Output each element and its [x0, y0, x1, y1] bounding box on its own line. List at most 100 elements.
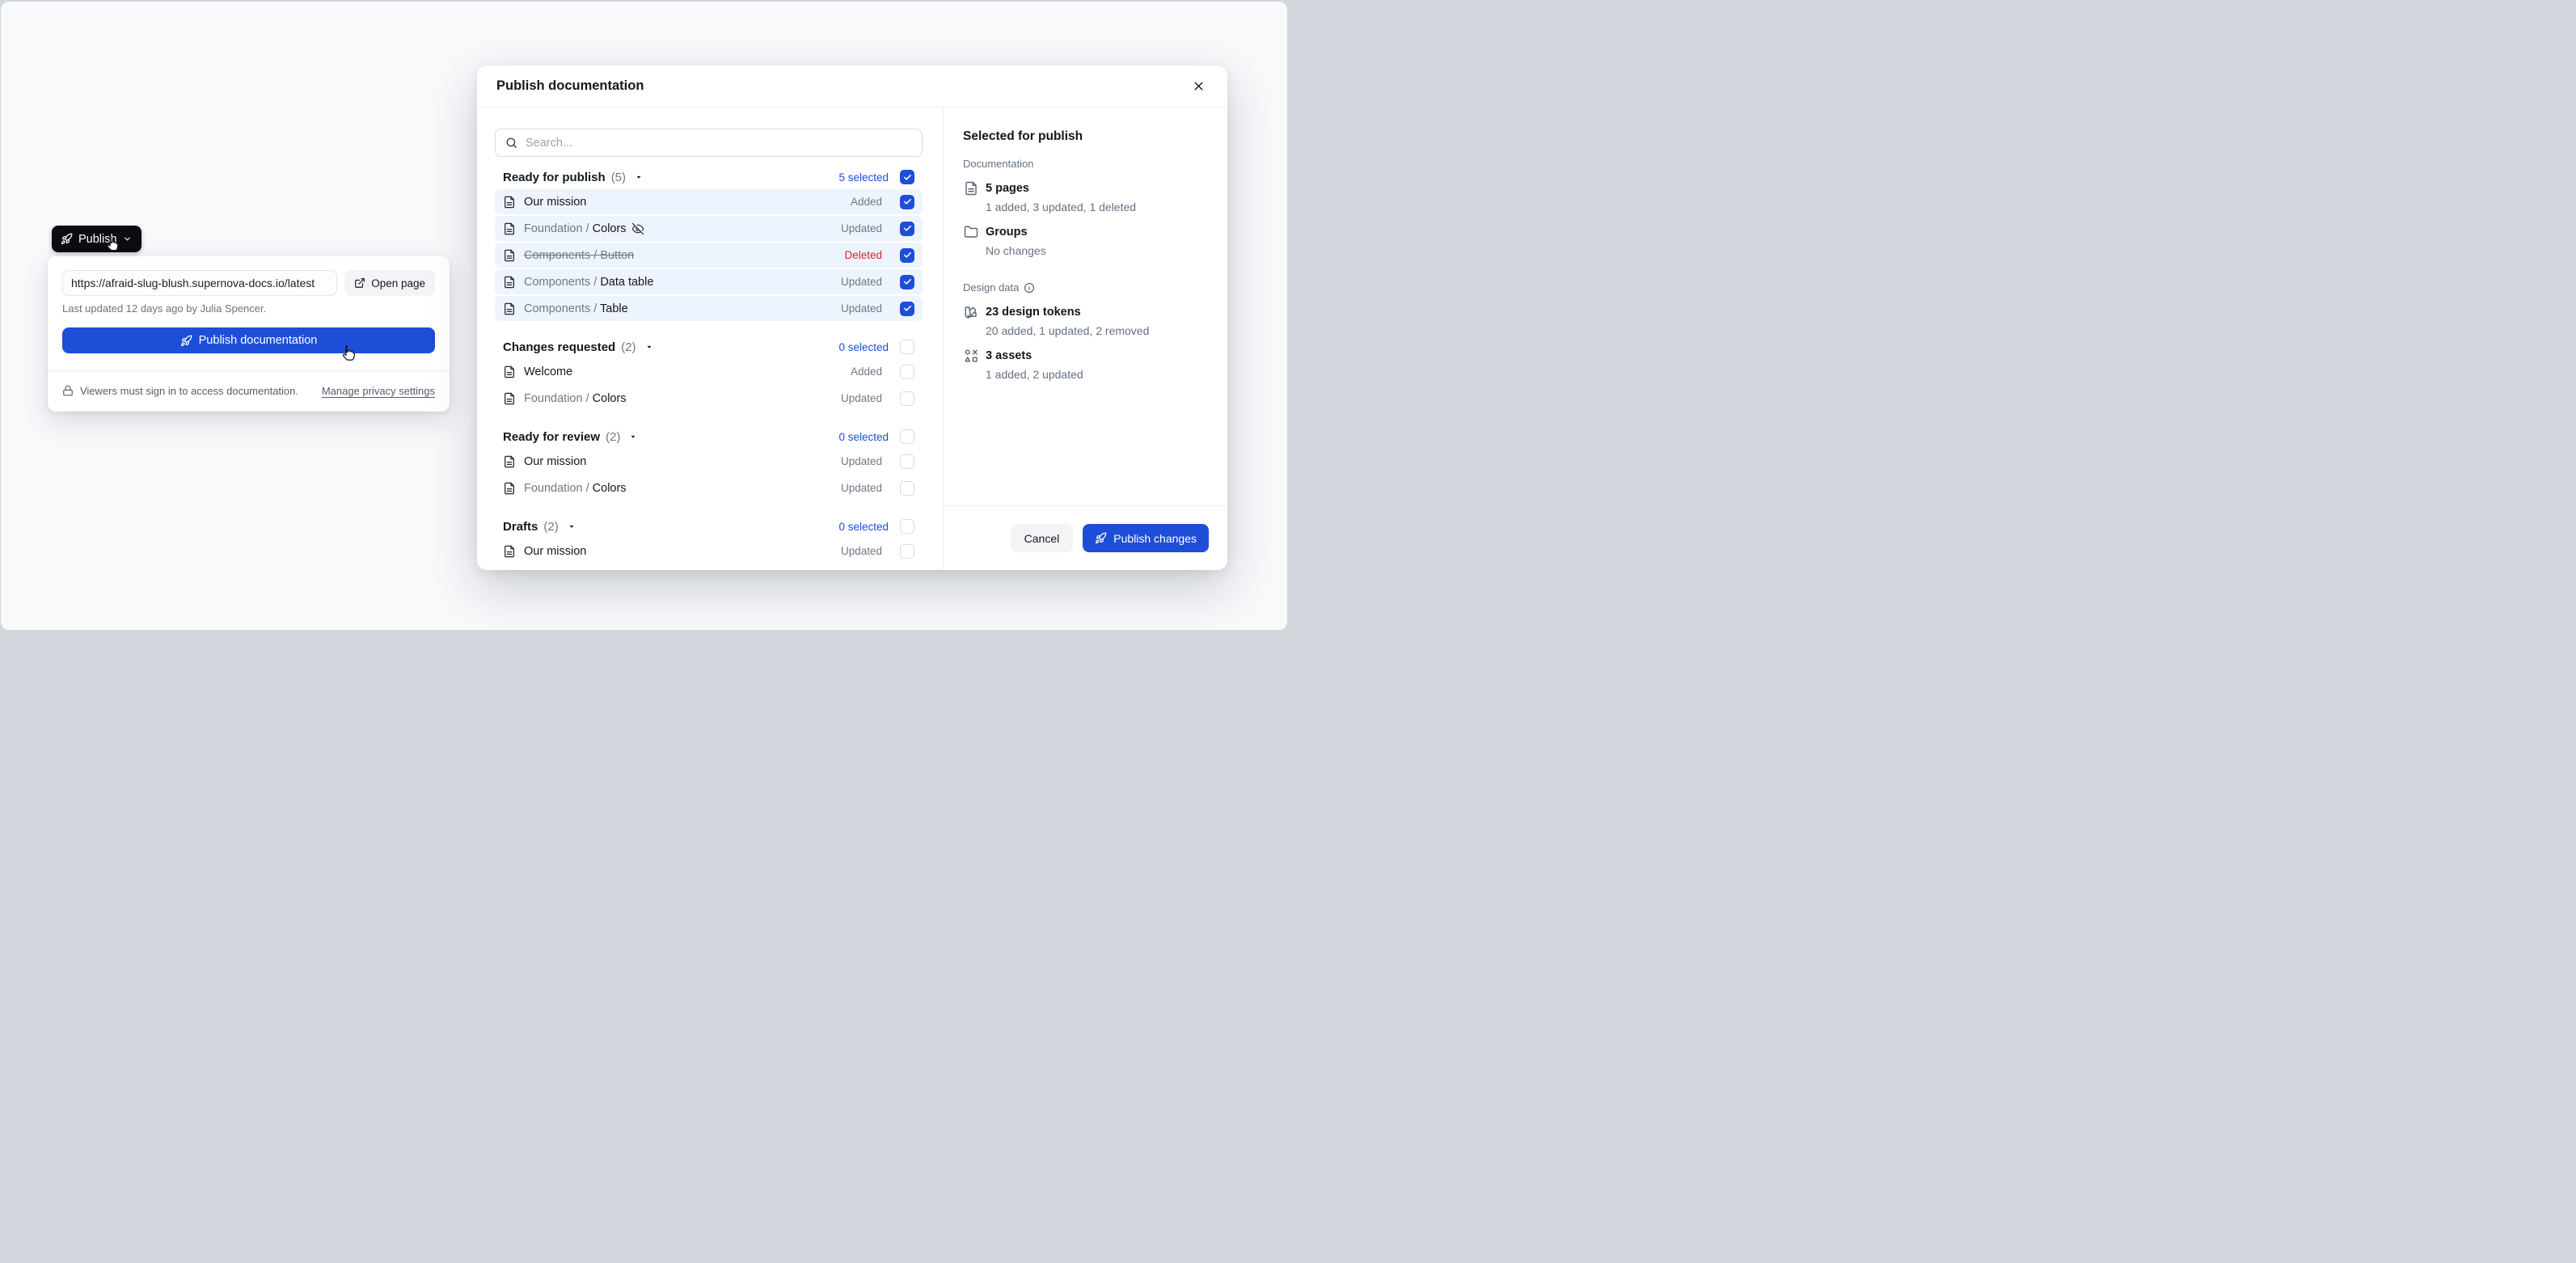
section-count: (2) [543, 520, 558, 534]
file-icon [963, 180, 979, 196]
section-toggle[interactable]: Drafts (2) [503, 520, 576, 534]
row-checkbox[interactable] [900, 195, 914, 209]
section-label: Changes requested [503, 340, 615, 354]
section-checkbox[interactable] [900, 519, 914, 534]
page-row[interactable]: Components / Data table Updated [495, 269, 923, 294]
row-checkbox[interactable] [900, 222, 914, 236]
publish-modal: Publish documentation Ready for publish [477, 65, 1227, 570]
page-row[interactable]: Foundation / Colors Updated [495, 216, 923, 241]
status-badge: Added [851, 365, 882, 378]
summary-item-title: Groups [986, 226, 1028, 239]
lock-icon [62, 385, 74, 396]
search-box[interactable] [495, 129, 923, 157]
page-row[interactable]: Our mission Updated [495, 539, 923, 564]
caret-down-icon [623, 433, 637, 441]
row-checkbox[interactable] [900, 454, 914, 469]
search-input[interactable] [526, 137, 912, 150]
page-row[interactable]: Our mission Added [495, 189, 923, 214]
section-selected-count: 0 selected [838, 341, 889, 353]
row-checkbox[interactable] [900, 302, 914, 316]
page-title: Components / Data table [524, 276, 833, 289]
status-badge: Updated [841, 455, 882, 467]
publish-changes-button[interactable]: Publish changes [1083, 524, 1209, 552]
status-badge: Updated [841, 302, 882, 315]
close-button[interactable] [1187, 75, 1210, 98]
cancel-label: Cancel [1024, 532, 1060, 545]
section-toggle[interactable]: Changes requested (2) [503, 340, 653, 354]
external-link-icon [354, 277, 365, 289]
file-text-icon [503, 482, 516, 495]
publish-documentation-button[interactable]: Publish documentation [62, 327, 435, 353]
status-badge: Updated [841, 392, 882, 404]
file-text-icon [503, 302, 516, 315]
page-row[interactable]: Components / Table Updated [495, 296, 923, 321]
page-row[interactable]: Foundation / Colors Updated [495, 475, 923, 501]
summary-item-title: 5 pages [986, 182, 1029, 195]
summary-item-title: 23 design tokens [986, 306, 1081, 319]
rocket-icon [180, 335, 192, 347]
page-title: Our mission [524, 455, 833, 468]
section-checkbox[interactable] [900, 429, 914, 444]
caret-down-icon [629, 173, 643, 181]
caret-down-icon [562, 522, 576, 530]
publish-trigger-label: Publish [78, 233, 117, 246]
row-checkbox[interactable] [900, 391, 914, 406]
summary-title: Selected for publish [963, 129, 1208, 144]
file-text-icon [503, 276, 516, 289]
publish-trigger-button[interactable]: Publish [52, 226, 141, 252]
page-row[interactable]: Components / Button Deleted [495, 243, 923, 268]
file-text-icon [503, 249, 516, 262]
status-badge: Updated [841, 222, 882, 234]
summary-item-detail: 1 added, 3 updated, 1 deleted [986, 201, 1208, 213]
page-row[interactable]: Welcome Added [495, 359, 923, 384]
row-checkbox[interactable] [900, 481, 914, 496]
section-toggle[interactable]: Ready for publish (5) [503, 171, 643, 184]
manage-privacy-link[interactable]: Manage privacy settings [322, 385, 435, 397]
row-checkbox[interactable] [900, 544, 914, 559]
section-label: Drafts [503, 520, 538, 534]
doc-url-field[interactable]: https://afraid-slug-blush.supernova-docs… [62, 270, 337, 296]
section-label: Ready for publish [503, 171, 606, 184]
page-title: Foundation / Colors [524, 392, 833, 405]
summary-group: Documentation 5 pages 1 added, 3 updated… [963, 158, 1208, 257]
summary-item-title: 3 assets [986, 349, 1032, 362]
section-header: Changes requested (2) 0 selected [495, 339, 923, 355]
page-row[interactable]: Our mission Updated [495, 449, 923, 474]
summary-group-label: Documentation [963, 158, 1033, 170]
section-label: Ready for review [503, 430, 600, 444]
cancel-button[interactable]: Cancel [1011, 524, 1074, 552]
section-checkbox[interactable] [900, 340, 914, 354]
summary-item: 23 design tokens 20 added, 1 updated, 2 … [963, 304, 1208, 337]
app-canvas: Publish https://afraid-slug-blush.supern… [1, 2, 1287, 630]
row-checkbox[interactable] [900, 365, 914, 379]
section-checkbox[interactable] [900, 170, 914, 184]
summary-pane: Selected for publish Documentation 5 pag… [944, 108, 1227, 570]
page-row[interactable]: Foundation / Colors Updated [495, 386, 923, 411]
file-text-icon [503, 392, 516, 405]
page-title: Foundation / Colors [524, 222, 833, 235]
folder-icon [963, 224, 979, 240]
file-text-icon [503, 545, 516, 558]
page-title: Components / Table [524, 302, 833, 315]
open-page-button[interactable]: Open page [344, 270, 435, 296]
summary-item-detail: 20 added, 1 updated, 2 removed [986, 324, 1208, 337]
section-toggle[interactable]: Ready for review (2) [503, 430, 637, 444]
row-checkbox[interactable] [900, 275, 914, 289]
chevron-down-icon [123, 234, 132, 243]
summary-item: Groups No changes [963, 224, 1208, 257]
caret-down-icon [640, 343, 653, 351]
row-checkbox[interactable] [900, 248, 914, 263]
publish-changes-label: Publish changes [1113, 532, 1197, 545]
open-page-label: Open page [371, 277, 425, 289]
summary-item: 5 pages 1 added, 3 updated, 1 deleted [963, 180, 1208, 213]
summary-item-detail: No changes [986, 244, 1208, 257]
section-selected-count: 5 selected [838, 171, 889, 184]
page-title: Our mission [524, 545, 833, 558]
eye-off-icon [631, 222, 644, 235]
info-icon[interactable] [1024, 282, 1035, 294]
assets-icon [963, 348, 979, 364]
privacy-note: Viewers must sign in to access documenta… [80, 385, 315, 397]
page-title: Components / Button [524, 249, 836, 262]
section-header: Drafts (2) 0 selected [495, 518, 923, 534]
page-title: Foundation / Colors [524, 482, 833, 495]
